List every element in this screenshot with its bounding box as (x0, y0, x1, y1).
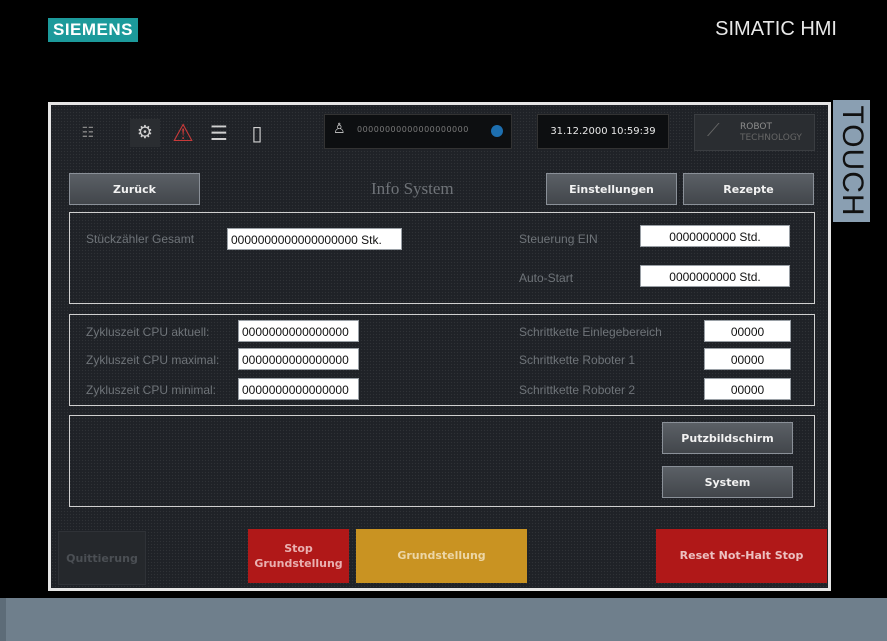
hmi-screen: ☷ ⚙ ⚠ ☰ ▯ ♙ 00000000000000000000 31.12.2… (48, 102, 831, 591)
total-count-label: Stückzähler Gesamt (86, 232, 195, 246)
cycle-min-label: Zykluszeit CPU minimal: (86, 383, 217, 397)
total-count-field: 0000000000000000000 Stk. (227, 228, 402, 250)
settings-button[interactable]: Einstellungen (546, 173, 677, 205)
warning-icon[interactable]: ⚠ (168, 119, 198, 147)
counters-panel: Stückzähler Gesamt 0000000000000000000 S… (69, 212, 815, 304)
door-icon[interactable]: ▯ (242, 119, 272, 147)
cycle-current-label: Zykluszeit CPU aktuell: (86, 325, 210, 339)
step-chain-loading-field: 00000 (704, 320, 791, 342)
recipes-button[interactable]: Rezepte (683, 173, 814, 205)
cycle-time-panel: Zykluszeit CPU aktuell: 0000000000000000… (69, 314, 815, 406)
stop-home-line1: Stop (284, 542, 313, 555)
datetime-display: 31.12.2000 10:59:39 (537, 114, 669, 149)
robot-technology-logo: ⟋ ROBOT TECHNOLOGY (694, 114, 815, 151)
bezel-frame-bottom (0, 598, 887, 641)
cycle-max-label: Zykluszeit CPU maximal: (86, 353, 220, 367)
brand-logo: SIEMENS (48, 18, 139, 42)
product-name: SIMATIC HMI (715, 18, 837, 40)
back-button[interactable]: Zurück (69, 173, 200, 205)
cycle-min-field: 0000000000000000 (238, 378, 359, 400)
stop-home-line2: Grundstellung (254, 557, 343, 570)
step-chain-robot2-field: 00000 (704, 378, 791, 400)
robot-icon[interactable]: ⚙ (130, 119, 160, 147)
touch-label-tab: TOUCH (833, 100, 870, 222)
cycle-current-field: 0000000000000000 (238, 320, 359, 342)
step-chain-loading-label: Schrittkette Einlegebereich (519, 325, 662, 339)
step-chain-robot1-field: 00000 (704, 348, 791, 370)
page-title: Info System (371, 179, 454, 198)
touch-label: TOUCH (836, 105, 869, 217)
home-position-button[interactable]: Grundstellung (356, 529, 527, 583)
autostart-label: Auto-Start (519, 271, 574, 285)
bezel-frame-left (0, 598, 6, 641)
logo-line1: ROBOT (740, 122, 772, 132)
list-icon[interactable]: ☰ (204, 119, 234, 147)
actions-panel: Putzbildschirm System (69, 415, 815, 507)
system-button[interactable]: System (662, 466, 793, 498)
clean-screen-button[interactable]: Putzbildschirm (662, 422, 793, 454)
autostart-field: 0000000000 Std. (640, 265, 790, 287)
control-on-field: 0000000000 Std. (640, 225, 790, 247)
menu-icon[interactable]: ☷ (73, 119, 103, 147)
logo-symbol-icon: ⟋ (707, 120, 720, 141)
user-status-box[interactable]: ♙ 00000000000000000000 (324, 114, 512, 149)
user-status-text: 00000000000000000000 (357, 125, 469, 134)
cycle-max-field: 0000000000000000 (238, 348, 359, 370)
step-chain-robot2-label: Schrittkette Roboter 2 (519, 383, 636, 397)
refresh-icon[interactable] (491, 125, 503, 137)
control-on-label: Steuerung EIN (519, 232, 598, 246)
acknowledge-button[interactable]: Quittierung (58, 531, 146, 585)
step-chain-robot1-label: Schrittkette Roboter 1 (519, 353, 636, 367)
top-bar: ☷ ⚙ ⚠ ☰ ▯ ♙ 00000000000000000000 31.12.2… (51, 105, 828, 159)
logo-line2: TECHNOLOGY (740, 133, 802, 143)
stop-home-button[interactable]: Stop Grundstellung (248, 529, 349, 583)
reset-emergency-stop-button[interactable]: Reset Not-Halt Stop (656, 529, 827, 583)
user-icon: ♙ (333, 121, 346, 137)
